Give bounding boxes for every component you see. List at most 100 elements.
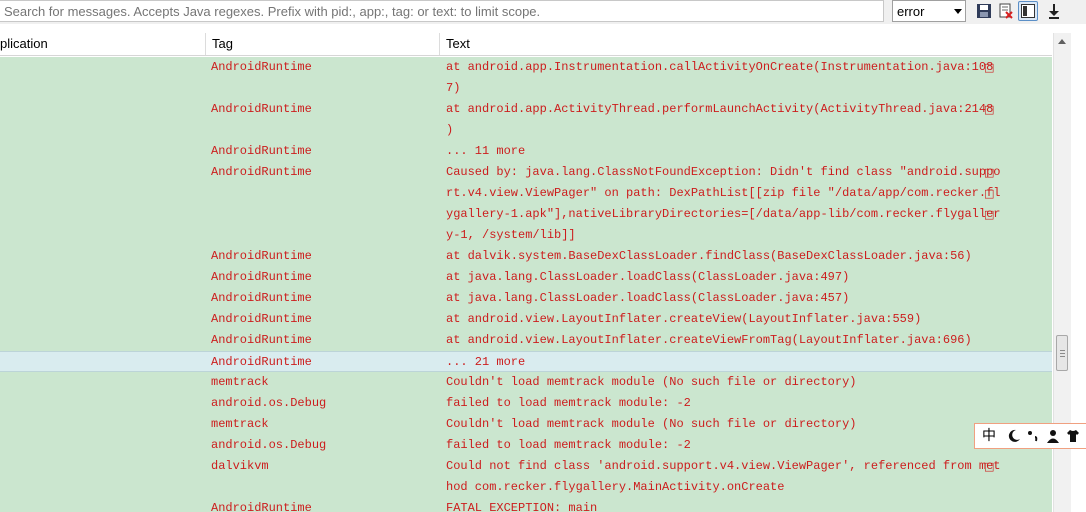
line-wrap-marker: □: [984, 460, 995, 473]
log-text-line: Could not find class 'android.support.v4…: [446, 459, 1001, 473]
log-tag: dalvikvm: [211, 459, 269, 473]
log-tag: AndroidRuntime: [211, 291, 312, 305]
log-tag: AndroidRuntime: [211, 60, 312, 74]
log-text-line: ... 11 more: [446, 144, 526, 158]
log-tag: android.os.Debug: [211, 438, 327, 452]
punctuation-icon[interactable]: [1027, 429, 1039, 443]
line-wrap-marker: □: [984, 187, 995, 200]
user-icon[interactable]: [1046, 429, 1060, 443]
log-text-line: at java.lang.ClassLoader.loadClass(Class…: [446, 270, 850, 284]
log-row[interactable]: AndroidRuntime ... 11 more: [0, 141, 1052, 162]
log-row[interactable]: AndroidRuntime at android.app.Instrumenta…: [0, 57, 1052, 99]
log-table-body: AndroidRuntime at android.app.Instrumenta…: [0, 57, 1052, 512]
log-text: at android.app.Instrumentation.callActiv…: [446, 57, 993, 99]
line-wrap-marker: □: [984, 61, 995, 74]
log-tag: AndroidRuntime: [211, 249, 312, 263]
log-text-line: ygallery-1.apk"],nativeLibraryDirectorie…: [446, 207, 1001, 221]
log-text: at android.view.LayoutInflater.createVie…: [446, 330, 972, 351]
log-row[interactable]: AndroidRuntime at java.lang.ClassLoader.l…: [0, 288, 1052, 309]
log-text-line: failed to load memtrack module: -2: [446, 438, 691, 452]
log-text-line: at java.lang.ClassLoader.loadClass(Class…: [446, 291, 850, 305]
log-text-line: rt.v4.view.ViewPager" on path: DexPathLi…: [446, 186, 1001, 200]
log-tag: android.os.Debug: [211, 396, 327, 410]
log-text-line: Couldn't load memtrack module (No such f…: [446, 417, 857, 431]
column-divider[interactable]: [205, 33, 206, 55]
ime-toolbar[interactable]: 中: [974, 423, 1086, 449]
grip-line: [1060, 356, 1065, 357]
log-text-line: FATAL EXCEPTION: main: [446, 501, 598, 512]
log-row[interactable]: AndroidRuntime at android.app.ActivityThr…: [0, 99, 1052, 141]
ime-mode-label[interactable]: 中: [982, 427, 996, 445]
log-level-select[interactable]: error: [892, 0, 966, 22]
log-tag: memtrack: [211, 417, 269, 431]
shirt-icon[interactable]: [1066, 429, 1080, 443]
log-text: failed to load memtrack module: -2: [446, 393, 691, 414]
log-text: failed to load memtrack module: -2: [446, 435, 691, 456]
log-row[interactable]: android.os.Debug failed to load memtrack …: [0, 435, 1052, 456]
log-text: at java.lang.ClassLoader.loadClass(Class…: [446, 267, 849, 288]
log-text-line: at android.app.ActivityThread.performLau…: [446, 102, 994, 116]
log-row[interactable]: AndroidRuntime ... 21 more: [0, 351, 1052, 372]
toggle-panel-icon: [1021, 4, 1035, 18]
log-tag: AndroidRuntime: [211, 102, 312, 116]
log-row[interactable]: memtrack Couldn't load memtrack module (N…: [0, 372, 1052, 393]
log-text-line: Couldn't load memtrack module (No such f…: [446, 375, 857, 389]
log-text: Caused by: java.lang.ClassNotFoundExcept…: [446, 162, 1001, 246]
log-text: Couldn't load memtrack module (No such f…: [446, 414, 856, 435]
save-button[interactable]: [974, 1, 994, 21]
log-text: Couldn't load memtrack module (No such f…: [446, 372, 856, 393]
log-tag: AndroidRuntime: [211, 333, 312, 347]
log-text-line: ... 21 more: [446, 355, 526, 369]
log-row[interactable]: dalvikvm Could not find class 'android.su…: [0, 456, 1052, 498]
log-text-line: at android.view.LayoutInflater.createVie…: [446, 333, 972, 347]
toolbar: error: [0, 0, 1086, 24]
log-tag: AndroidRuntime: [211, 355, 312, 369]
scrollbar-thumb[interactable]: [1056, 335, 1068, 371]
log-text: at android.app.ActivityThread.performLau…: [446, 99, 993, 141]
column-header-tag[interactable]: Tag: [212, 33, 233, 55]
log-tag: memtrack: [211, 375, 269, 389]
log-text: ... 11 more: [446, 141, 525, 162]
line-wrap-marker: □: [984, 208, 995, 221]
search-input[interactable]: [0, 0, 884, 22]
log-text-line: Caused by: java.lang.ClassNotFoundExcept…: [446, 165, 1001, 179]
log-text: ... 21 more: [446, 352, 525, 373]
log-row[interactable]: AndroidRuntime Caused by: java.lang.Class…: [0, 162, 1052, 246]
line-wrap-marker: □: [984, 166, 995, 179]
log-text-line: failed to load memtrack module: -2: [446, 396, 691, 410]
scroll-lock-button[interactable]: [1044, 1, 1064, 21]
column-header-text[interactable]: Text: [446, 33, 470, 55]
log-text-line: at dalvik.system.BaseDexClassLoader.find…: [446, 249, 972, 263]
log-text-line: hod com.recker.flygallery.MainActivity.o…: [446, 480, 785, 494]
log-row[interactable]: AndroidRuntime at dalvik.system.BaseDexCl…: [0, 246, 1052, 267]
log-text: FATAL EXCEPTION: main: [446, 498, 597, 512]
log-table-header: plication Tag Text: [0, 33, 1052, 56]
grip-line: [1060, 353, 1065, 354]
moon-icon[interactable]: [1007, 429, 1021, 443]
log-row[interactable]: android.os.Debug failed to load memtrack …: [0, 393, 1052, 414]
log-text-line: at android.app.Instrumentation.callActiv…: [446, 60, 994, 74]
log-tag: AndroidRuntime: [211, 501, 312, 512]
log-row[interactable]: AndroidRuntime at android.view.LayoutInfl…: [0, 330, 1052, 351]
grip-line: [1060, 350, 1065, 351]
column-divider[interactable]: [439, 33, 440, 55]
log-tag: AndroidRuntime: [211, 144, 312, 158]
log-text: Could not find class 'android.support.v4…: [446, 456, 1001, 498]
scroll-up-icon[interactable]: [1058, 39, 1066, 44]
log-row[interactable]: memtrack Couldn't load memtrack module (N…: [0, 414, 1052, 435]
log-text: at dalvik.system.BaseDexClassLoader.find…: [446, 246, 972, 267]
log-level-value: error: [897, 4, 925, 19]
toggle-panel-button[interactable]: [1018, 1, 1038, 21]
log-row[interactable]: AndroidRuntime at java.lang.ClassLoader.l…: [0, 267, 1052, 288]
log-tag: AndroidRuntime: [211, 270, 312, 284]
column-header-application[interactable]: plication: [0, 33, 48, 55]
log-text: at android.view.LayoutInflater.createVie…: [446, 309, 921, 330]
log-text-line: at android.view.LayoutInflater.createVie…: [446, 312, 922, 326]
clear-log-button[interactable]: [996, 1, 1016, 21]
log-row[interactable]: AndroidRuntime at android.view.LayoutInfl…: [0, 309, 1052, 330]
log-row[interactable]: AndroidRuntime FATAL EXCEPTION: main: [0, 498, 1052, 512]
log-tag: AndroidRuntime: [211, 165, 312, 179]
log-text-line: 7): [446, 81, 461, 95]
log-text-line: ): [446, 123, 454, 137]
log-tag: AndroidRuntime: [211, 312, 312, 326]
